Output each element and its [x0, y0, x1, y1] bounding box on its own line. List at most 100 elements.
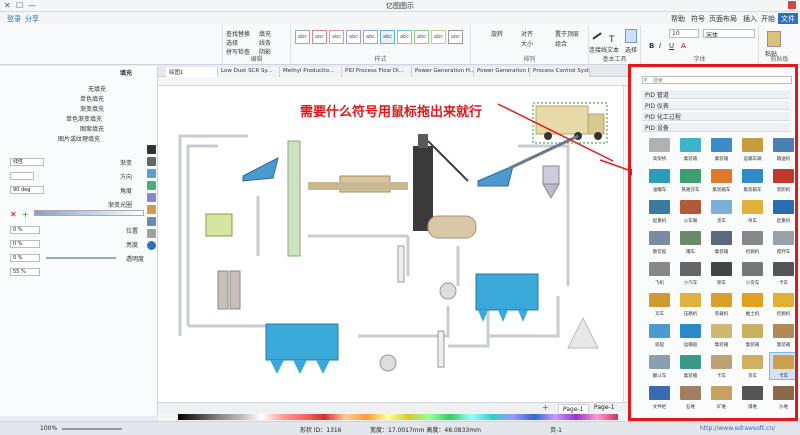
ribbon-group-clipboard: 粘贴 剪贴板	[758, 25, 800, 64]
fill-option-solid[interactable]: 单色填充	[80, 94, 104, 103]
size-button[interactable]: 大小	[521, 39, 533, 48]
gradient-bar[interactable]	[34, 210, 144, 216]
italic-icon[interactable]: I	[659, 42, 661, 50]
fill-option-solid-gradient[interactable]: 单色渐变填充	[66, 114, 102, 123]
page-label[interactable]: Page-1	[594, 404, 615, 411]
style-preset-5[interactable]: abc	[363, 30, 378, 44]
drawing-canvas[interactable]	[158, 86, 623, 402]
bring-front-button[interactable]: 置于顶层	[555, 29, 579, 38]
line-tab-icon[interactable]	[146, 157, 156, 166]
direction-select[interactable]	[10, 172, 34, 180]
rotate-button[interactable]: 旋转	[491, 29, 503, 38]
window-title: 亿图图示	[386, 2, 414, 10]
tab-insert[interactable]: 插入	[740, 13, 760, 24]
tab-home[interactable]: 开始	[758, 13, 778, 24]
pile	[567, 316, 599, 349]
style-preset-2[interactable]: abc	[312, 30, 327, 44]
underline-icon[interactable]: U	[669, 42, 674, 50]
truck-shape[interactable]	[532, 102, 608, 144]
shadow-tab-icon[interactable]	[146, 169, 156, 178]
text-tool-icon[interactable]: T	[609, 35, 615, 45]
line-button[interactable]: 线条	[259, 38, 271, 47]
connector-tool-button[interactable]: 连接线	[589, 45, 607, 54]
style-preset-3[interactable]: abc	[329, 30, 344, 44]
fill-option-pattern[interactable]: 图案填充	[80, 124, 104, 133]
doc-tab-3[interactable]: Power Generation H...	[412, 67, 474, 77]
bold-icon[interactable]: B	[649, 42, 654, 50]
select-button[interactable]: 选择	[226, 38, 238, 47]
truck-wheel	[594, 132, 602, 140]
position-input[interactable]: 0 %	[10, 226, 40, 234]
style-preset-8[interactable]: abc	[414, 30, 429, 44]
add-page-button[interactable]: +	[542, 403, 549, 412]
history-tab-icon[interactable]	[146, 229, 156, 238]
fill-option-picture[interactable]: 图片或纹理填充	[58, 134, 100, 143]
style-preset-10[interactable]: abc	[448, 30, 463, 44]
fill-option-none[interactable]: 无填充	[88, 84, 106, 93]
style-preset-7[interactable]: abc	[397, 30, 412, 44]
image-tab-icon[interactable]	[146, 181, 156, 190]
angle-label: 角度	[120, 188, 133, 195]
help-icon[interactable]	[146, 241, 156, 250]
doc-tab-2[interactable]: Power Generation PID	[474, 67, 530, 77]
paste-icon[interactable]	[767, 31, 781, 47]
style-preset-6[interactable]: abc	[380, 30, 395, 44]
style-preset-9[interactable]: abc	[431, 30, 446, 44]
remove-stop-icon[interactable]: ✕	[10, 210, 17, 219]
gradient-type-select[interactable]: 线性	[10, 158, 44, 166]
doc-tab-4[interactable]: PID Process Flow Di...	[342, 67, 412, 77]
doc-tab-1[interactable]: Process Control System	[530, 67, 590, 77]
mill	[205, 213, 233, 237]
fill-tab-icon[interactable]	[146, 145, 156, 154]
layers-tab-icon[interactable]	[146, 205, 156, 214]
tab-symbols[interactable]: 符号	[688, 13, 708, 24]
pages-tab-icon[interactable]	[146, 217, 156, 226]
direction-label: 方向	[120, 174, 133, 181]
style-preset-1[interactable]: abc	[295, 30, 310, 44]
fan	[379, 354, 397, 372]
hopper-left	[477, 165, 514, 187]
zoom-level[interactable]: 100%	[40, 425, 57, 432]
angle-input[interactable]: 90 deg	[10, 186, 44, 194]
fill-panel-title: 填充	[120, 70, 133, 77]
brightness-input[interactable]: 0 %	[10, 240, 40, 248]
palette-swatches[interactable]	[178, 414, 618, 420]
find-replace-button[interactable]: 查找替换	[226, 29, 250, 38]
connector-tool-icon[interactable]	[592, 32, 602, 40]
fill-button[interactable]: 填充	[259, 29, 271, 38]
transparency-input[interactable]: 0 %	[10, 254, 40, 262]
select-tool-button[interactable]: 选择	[625, 45, 637, 54]
app-icon	[788, 1, 796, 9]
gradient-label: 渐变	[120, 160, 133, 167]
tower	[413, 146, 433, 231]
share-button[interactable]: 分享	[22, 13, 42, 24]
zoom-slider[interactable]	[62, 428, 122, 430]
status-bar: http://www.edrawsoft.cn/ 页-1 宽度：17.0017m…	[0, 421, 800, 435]
tab-help[interactable]: 帮助	[668, 13, 688, 24]
baghouse-hopper	[293, 360, 307, 374]
pointer-icon[interactable]	[625, 29, 637, 43]
doc-tab-active[interactable]: 绘图1	[166, 67, 218, 77]
color-palette[interactable]	[158, 413, 632, 421]
login-button[interactable]: 登录	[4, 13, 24, 24]
add-stop-icon[interactable]: +	[22, 210, 29, 219]
align-button[interactable]: 对齐	[521, 29, 533, 38]
doc-tab-5[interactable]: Methyl Productio...	[280, 67, 342, 77]
tab-page-layout[interactable]: 页面布局	[706, 13, 740, 24]
font-color-icon[interactable]: A	[681, 42, 686, 50]
opacity-input[interactable]: 55 %	[10, 268, 40, 276]
website-link[interactable]: http://www.edrawsoft.cn/	[700, 425, 775, 432]
duct	[308, 182, 408, 190]
group-button[interactable]: 组合	[555, 39, 567, 48]
transparency-slider[interactable]	[46, 257, 116, 259]
font-size-select[interactable]: 10	[669, 29, 699, 38]
ribbon-group-label: 剪贴板	[770, 56, 789, 63]
properties-tab-icon[interactable]	[146, 193, 156, 202]
font-family-select[interactable]: 宋体	[703, 29, 755, 39]
fill-option-gradient[interactable]: 渐变填充	[80, 104, 104, 113]
text-tool-button[interactable]: 文本	[607, 45, 619, 54]
tab-file[interactable]: 文件	[778, 13, 798, 24]
doc-tab-6[interactable]: Low Dust SCR Sy...	[218, 67, 280, 77]
style-preset-4[interactable]: abc	[346, 30, 361, 44]
bucket-elevator	[287, 140, 301, 257]
